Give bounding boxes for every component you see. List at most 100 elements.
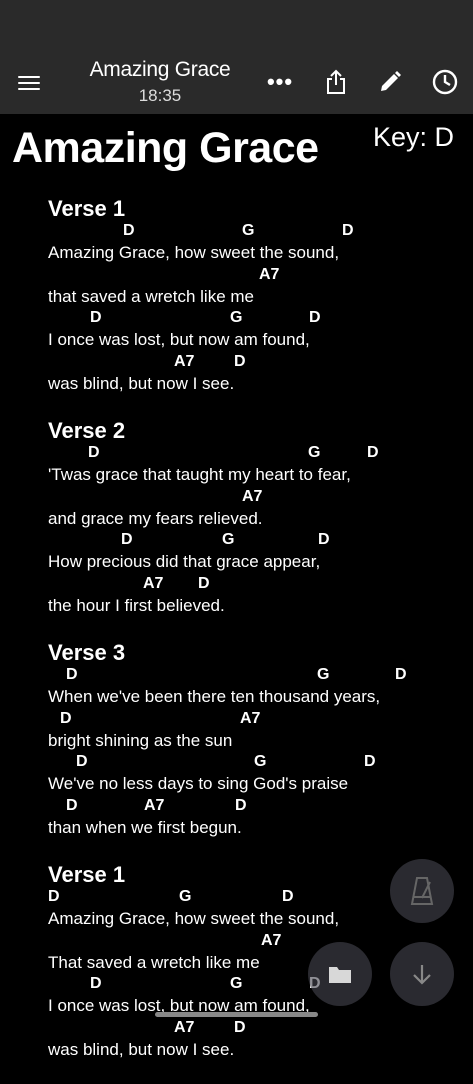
chord[interactable]: G <box>242 222 254 240</box>
chord-row: DGD <box>48 222 468 242</box>
song-line: D G D I once was lost, but now am found, <box>48 309 468 353</box>
chord[interactable]: A7 <box>261 932 281 950</box>
chord[interactable]: D <box>282 888 294 906</box>
lyric-line: and grace my fears relieved. <box>48 508 263 528</box>
song-line: D G D 'Twas grace that taught my heart to f… <box>48 444 468 488</box>
chord[interactable]: A7 <box>143 575 163 593</box>
chord-row: D A7 <box>48 710 468 730</box>
song-line: A7 Dwas blind, but now I see. <box>48 353 468 397</box>
chord[interactable]: A7 <box>174 353 194 371</box>
chord[interactable]: D <box>66 797 78 815</box>
section-title: Verse 1 <box>48 196 126 221</box>
chord[interactable]: D <box>90 309 102 327</box>
lyric-line: Amazing Grace, how sweet the sound, <box>48 243 340 262</box>
lyric-line: 'Twas grace that taught my heart to fear… <box>48 465 351 484</box>
song-key: Key: D <box>373 122 455 152</box>
chord[interactable]: A7 <box>242 488 262 506</box>
song-line: D A7 bright shining as the sun <box>48 710 468 754</box>
chord[interactable]: G <box>254 753 266 771</box>
hamburger-menu-icon <box>18 76 40 78</box>
history-button[interactable] <box>429 66 461 98</box>
chord[interactable]: D <box>367 444 379 462</box>
song-section: Verse 3 D G D When we've been there ten thou… <box>48 640 468 840</box>
lyric-line: When we've been there ten thousand years… <box>48 687 381 706</box>
chord[interactable]: D <box>76 753 88 771</box>
lyric-line: I once was lost, but now am found, <box>48 330 310 349</box>
header-title: Amazing Grace <box>89 58 231 81</box>
chord[interactable]: D <box>235 797 247 815</box>
chord[interactable]: D <box>48 888 60 906</box>
song-line: A7 Dwas blind, but now I see. <box>48 1019 468 1063</box>
lyric-line: was blind, but now I see. <box>48 1039 235 1059</box>
pencil-icon <box>381 71 401 91</box>
chord[interactable]: D <box>121 531 133 549</box>
song-title: Amazing Grace <box>12 124 319 172</box>
lyric-line: that saved a wretch like me <box>48 286 254 306</box>
header-title-block: Amazing Grace 18:35 <box>70 58 250 106</box>
lyric-line: than when we first begun. <box>48 817 242 837</box>
lyric-line: Amazing Grace, how sweet the sound, <box>48 909 340 928</box>
more-dots-icon: ••• <box>266 69 294 94</box>
share-icon <box>327 69 345 94</box>
song-line: A7 that saved a wretch like me <box>48 266 468 310</box>
song-line: D G D How precious did that grace appear, <box>48 531 468 575</box>
chord[interactable]: D <box>60 710 72 728</box>
chord[interactable]: G <box>308 444 320 462</box>
chord-row: A7 D <box>48 1019 468 1039</box>
menu-button[interactable] <box>18 68 48 98</box>
top-bar: Amazing Grace 18:35 ••• <box>0 0 473 114</box>
chord[interactable]: G <box>222 531 234 549</box>
arrow-down-icon <box>413 965 431 985</box>
song-line: A7 and grace my fears relieved. <box>48 488 468 532</box>
chord[interactable]: D <box>234 353 246 371</box>
chord[interactable]: D <box>66 666 78 684</box>
lyric-line: bright shining as the sun <box>48 730 233 750</box>
lyric-line: the hour I first believed. <box>48 595 225 615</box>
chord[interactable]: D <box>234 1019 246 1037</box>
scroll-down-button[interactable] <box>390 942 454 1006</box>
lyric-line: was blind, but now I see. <box>48 373 235 393</box>
chord-row: DGD <box>48 753 468 773</box>
song-line: D G D Amazing Grace, how sweet the sound, <box>48 222 468 266</box>
chord[interactable]: A7 <box>240 710 260 728</box>
chord[interactable]: D <box>318 531 330 549</box>
folder-icon <box>329 967 351 983</box>
metronome-button[interactable] <box>390 859 454 923</box>
chord[interactable]: D <box>88 444 100 462</box>
chord[interactable]: D <box>123 222 135 240</box>
chord[interactable]: D <box>90 975 102 993</box>
chord-row: A7 D <box>48 575 468 595</box>
song-section: Verse 1 D G D Amazing Grace, how sweet the s… <box>48 196 468 396</box>
lyric-line: That saved a wretch like me <box>48 952 260 972</box>
share-button[interactable] <box>320 66 352 98</box>
chord[interactable]: G <box>230 975 242 993</box>
song-section: Verse 2 D G D 'Twas grace that taught my hea… <box>48 418 468 618</box>
chord-row: DGD <box>48 444 468 464</box>
song-line: D A7 Dthan when we first begun. <box>48 797 468 841</box>
lyric-line: How precious did that grace appear, <box>48 552 321 571</box>
chord-row: DGD <box>48 531 468 551</box>
chord[interactable]: A7 <box>174 1019 194 1037</box>
chord[interactable]: A7 <box>144 797 164 815</box>
more-button[interactable]: ••• <box>264 66 296 98</box>
chord[interactable]: D <box>342 222 354 240</box>
chord-row: A7 D <box>48 353 468 373</box>
song-line: A7 Dthe hour I first believed. <box>48 575 468 619</box>
song-line: D G D We've no less days to sing God's prai… <box>48 753 468 797</box>
chord[interactable]: G <box>230 309 242 327</box>
edit-button[interactable] <box>374 66 406 98</box>
chord-row: A7 <box>48 488 468 508</box>
chord[interactable]: G <box>317 666 329 684</box>
chord-row: A7 <box>48 266 468 286</box>
chord[interactable]: D <box>395 666 407 684</box>
chord-row: D A7 D <box>48 797 468 817</box>
chord[interactable]: D <box>364 753 376 771</box>
chord-row: DGD <box>48 309 468 329</box>
chord[interactable]: D <box>309 309 321 327</box>
chord[interactable]: G <box>179 888 191 906</box>
chord[interactable]: D <box>198 575 210 593</box>
home-indicator[interactable] <box>155 1012 318 1017</box>
song-line: D G D When we've been there ten thousand ye… <box>48 666 468 710</box>
chord[interactable]: A7 <box>259 266 279 284</box>
folder-button[interactable] <box>308 942 372 1006</box>
